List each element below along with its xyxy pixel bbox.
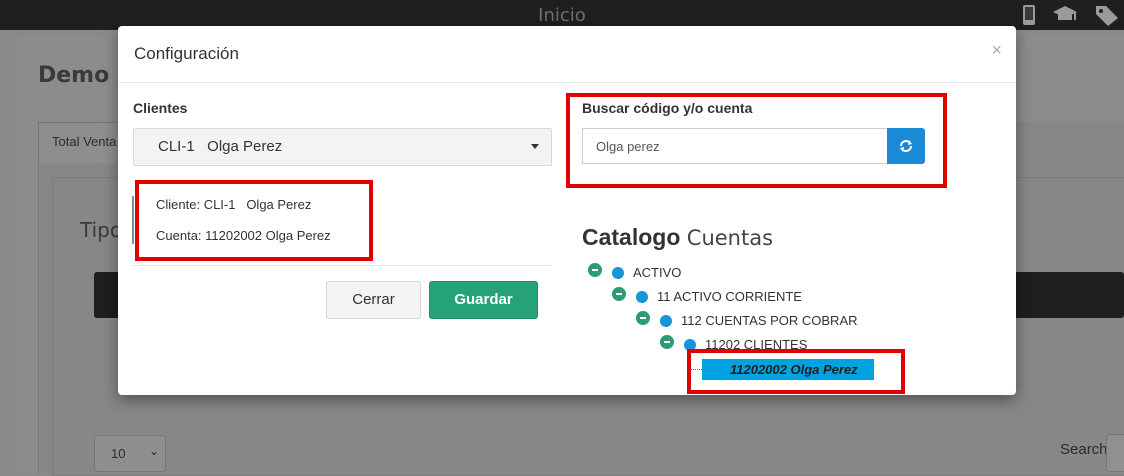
- tree-node-activo-corriente[interactable]: 11 ACTIVO CORRIENTE: [657, 289, 802, 304]
- section-title: Tipo: [80, 218, 123, 242]
- tree-node-activo[interactable]: ACTIVO: [633, 265, 681, 280]
- refresh-icon: [900, 140, 912, 152]
- catalog-title: Catalogo Cuentas: [582, 224, 773, 251]
- collapse-toggle-icon[interactable]: [612, 287, 626, 301]
- tree-connector: [688, 369, 702, 370]
- collapse-toggle-icon[interactable]: [588, 263, 602, 277]
- refresh-button[interactable]: [887, 128, 925, 164]
- folder-node-icon: [612, 267, 624, 279]
- clientes-label: Clientes: [133, 100, 188, 116]
- modal-header: Configuración ×: [118, 26, 1016, 83]
- clientes-selected-value: CLI-1 Olga Perez: [158, 138, 283, 155]
- close-icon[interactable]: ×: [991, 40, 1002, 61]
- cerrar-button[interactable]: Cerrar: [326, 281, 421, 319]
- search-label: Search:: [1060, 441, 1112, 458]
- table-search-input[interactable]: [1106, 434, 1124, 472]
- modal-title: Configuración: [134, 44, 239, 63]
- info-cuenta: Cuenta: 11202002 Olga Perez: [156, 228, 331, 243]
- divider: [133, 265, 551, 266]
- catalog-title-bold: Catalogo: [582, 224, 681, 250]
- folder-node-icon: [684, 339, 696, 351]
- clientes-select[interactable]: CLI-1 Olga Perez: [133, 128, 552, 166]
- tags-icon[interactable]: [1094, 4, 1124, 32]
- tree-node-selected[interactable]: 11202002 Olga Perez: [702, 359, 874, 380]
- page-size-value: 10: [111, 446, 126, 461]
- collapse-toggle-icon[interactable]: [660, 335, 674, 349]
- search-input[interactable]: Olga perez: [582, 128, 888, 164]
- search-input-value: Olga perez: [596, 139, 660, 154]
- folder-node-icon: [660, 315, 672, 327]
- graduation-cap-icon[interactable]: [1052, 4, 1078, 32]
- collapse-toggle-icon[interactable]: [636, 311, 650, 325]
- chevron-down-icon: ⌄: [148, 444, 159, 458]
- selected-node-label: 11202002 Olga Perez: [730, 362, 858, 377]
- catalog-title-rest: Cuentas: [686, 226, 774, 250]
- tree-node-clientes[interactable]: 11202 CLIENTES: [705, 337, 807, 352]
- configuracion-modal: Configuración × Clientes CLI-1 Olga Pere…: [118, 26, 1016, 395]
- tree-node-cuentas-por-cobrar[interactable]: 112 CUENTAS POR COBRAR: [681, 313, 858, 328]
- tab-label: Total Venta: [52, 134, 117, 149]
- caret-down-icon: [531, 144, 539, 149]
- navbar-title: Inicio: [538, 5, 586, 26]
- mobile-icon[interactable]: [1022, 4, 1036, 32]
- navbar-icons: [1022, 4, 1124, 32]
- info-cliente: Cliente: CLI-1 Olga Perez: [156, 197, 312, 212]
- guardar-button[interactable]: Guardar: [429, 281, 538, 319]
- search-label: Buscar código y/o cuenta: [582, 100, 753, 116]
- page-size-select[interactable]: 10 ⌄: [94, 435, 166, 472]
- info-accent-bar: [132, 196, 134, 244]
- folder-node-icon: [636, 291, 648, 303]
